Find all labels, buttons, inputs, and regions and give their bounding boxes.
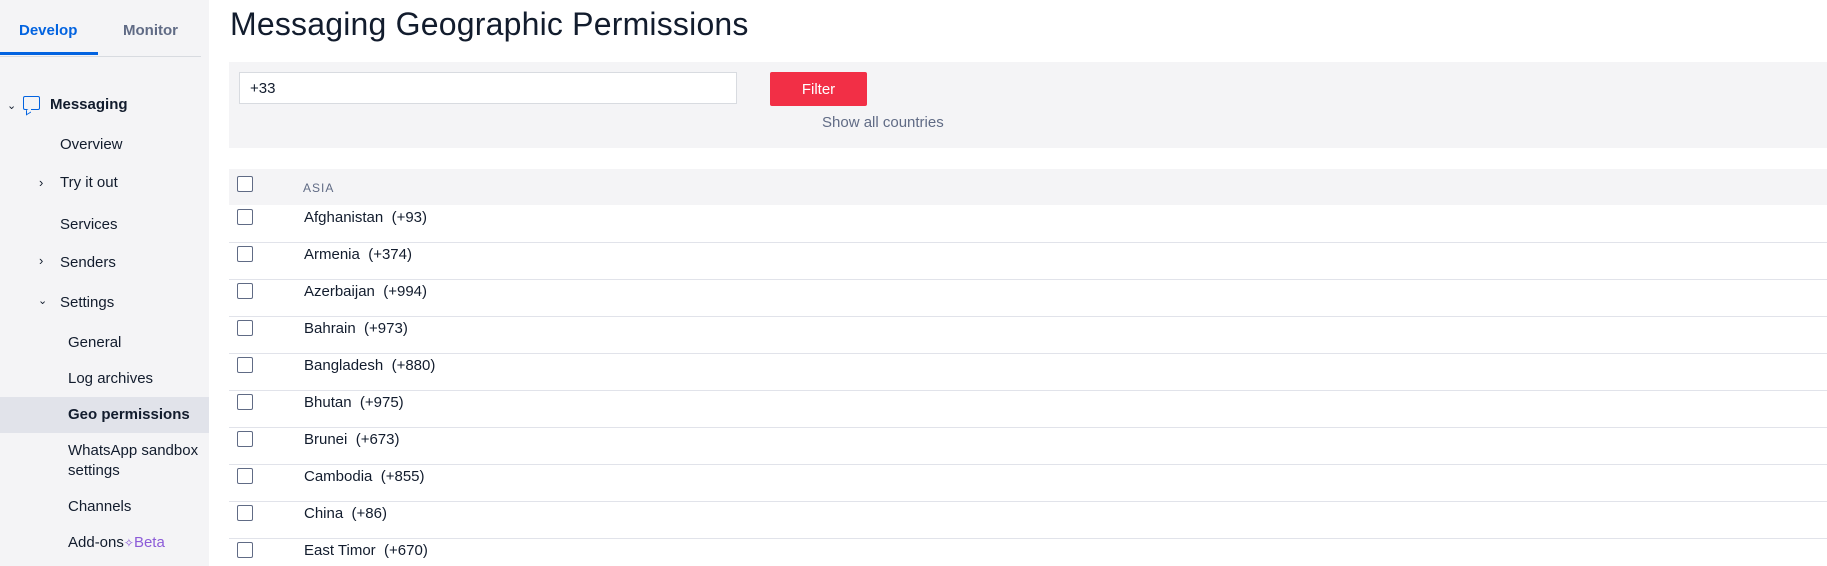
country-checkbox[interactable] bbox=[237, 357, 253, 373]
add-ons-label: Add-ons bbox=[68, 534, 124, 551]
table-row: Armenia (+374) bbox=[229, 242, 1827, 280]
sidebar-item-channels[interactable]: Channels bbox=[68, 498, 131, 515]
sidebar-item-whatsapp-sandbox[interactable]: WhatsApp sandbox bbox=[68, 442, 198, 459]
sidebar-item-log-archives[interactable]: Log archives bbox=[68, 370, 153, 387]
country-checkbox[interactable] bbox=[237, 246, 253, 262]
sidebar-item-services[interactable]: Services bbox=[60, 216, 118, 233]
country-name: Brunei (+673) bbox=[304, 431, 400, 448]
country-checkbox[interactable] bbox=[237, 542, 253, 558]
country-code-filter-input[interactable] bbox=[239, 72, 737, 104]
beta-badge: Beta bbox=[133, 534, 165, 551]
table-row: Bahrain (+973) bbox=[229, 316, 1827, 354]
table-row: Azerbaijan (+994) bbox=[229, 279, 1827, 317]
region-label: ASIA bbox=[303, 181, 335, 195]
country-name: Armenia (+374) bbox=[304, 246, 412, 263]
chevron-down-icon[interactable]: ⌄ bbox=[38, 294, 47, 307]
country-name: Bahrain (+973) bbox=[304, 320, 408, 337]
country-checkbox[interactable] bbox=[237, 394, 253, 410]
country-checkbox[interactable] bbox=[237, 431, 253, 447]
chevron-right-icon[interactable]: › bbox=[39, 253, 43, 268]
table-row: East Timor (+670) bbox=[229, 538, 1827, 566]
table-row: Bangladesh (+880) bbox=[229, 353, 1827, 391]
country-name: Bhutan (+975) bbox=[304, 394, 404, 411]
country-checkbox[interactable] bbox=[237, 320, 253, 336]
sidebar-item-whatsapp-sandbox-line2[interactable]: settings bbox=[68, 462, 120, 479]
country-name: East Timor (+670) bbox=[304, 542, 428, 559]
sidebar-item-general[interactable]: General bbox=[68, 334, 121, 351]
sidebar-item-settings[interactable]: Settings bbox=[60, 294, 114, 311]
filter-button[interactable]: Filter bbox=[770, 72, 867, 106]
sidebar: Develop Monitor ⌄ Messaging Overview › T… bbox=[0, 0, 209, 566]
tab-monitor[interactable]: Monitor bbox=[123, 22, 178, 39]
select-all-asia-checkbox[interactable] bbox=[237, 176, 253, 192]
country-checkbox[interactable] bbox=[237, 468, 253, 484]
sidebar-item-overview[interactable]: Overview bbox=[60, 136, 123, 153]
table-row: Brunei (+673) bbox=[229, 427, 1827, 465]
table-header-asia: ASIA bbox=[229, 169, 1827, 205]
country-checkbox[interactable] bbox=[237, 505, 253, 521]
country-name: Bangladesh (+880) bbox=[304, 357, 436, 374]
filter-panel: Filter Show all countries bbox=[229, 62, 1827, 148]
country-name: Afghanistan (+93) bbox=[304, 209, 428, 226]
tab-develop[interactable]: Develop bbox=[19, 22, 77, 39]
country-name: Cambodia (+855) bbox=[304, 468, 425, 485]
country-name: China (+86) bbox=[304, 505, 387, 522]
sidebar-item-senders[interactable]: Senders bbox=[60, 254, 116, 271]
table-row: Bhutan (+975) bbox=[229, 390, 1827, 428]
active-tab-indicator bbox=[0, 52, 98, 55]
country-checkbox[interactable] bbox=[237, 283, 253, 299]
chevron-down-icon[interactable]: ⌄ bbox=[7, 99, 16, 112]
country-name: Azerbaijan (+994) bbox=[304, 283, 428, 300]
sparkle-icon: ✧ bbox=[123, 536, 134, 550]
table-row: China (+86) bbox=[229, 501, 1827, 539]
table-row: Cambodia (+855) bbox=[229, 464, 1827, 502]
sidebar-item-add-ons[interactable]: Add-ons✧Beta bbox=[68, 534, 165, 551]
sidebar-item-geo-permissions[interactable]: Geo permissions bbox=[68, 406, 190, 423]
chevron-right-icon[interactable]: › bbox=[39, 175, 43, 190]
sidebar-tabs: Develop Monitor bbox=[0, 0, 201, 57]
table-row: Afghanistan (+93) bbox=[229, 205, 1827, 243]
page-title: Messaging Geographic Permissions bbox=[230, 6, 749, 42]
show-all-countries-link[interactable]: Show all countries bbox=[822, 114, 944, 131]
message-icon bbox=[23, 96, 40, 110]
sidebar-item-try-it-out[interactable]: Try it out bbox=[60, 174, 118, 191]
country-checkbox[interactable] bbox=[237, 209, 253, 225]
sidebar-section-messaging[interactable]: Messaging bbox=[50, 96, 128, 113]
